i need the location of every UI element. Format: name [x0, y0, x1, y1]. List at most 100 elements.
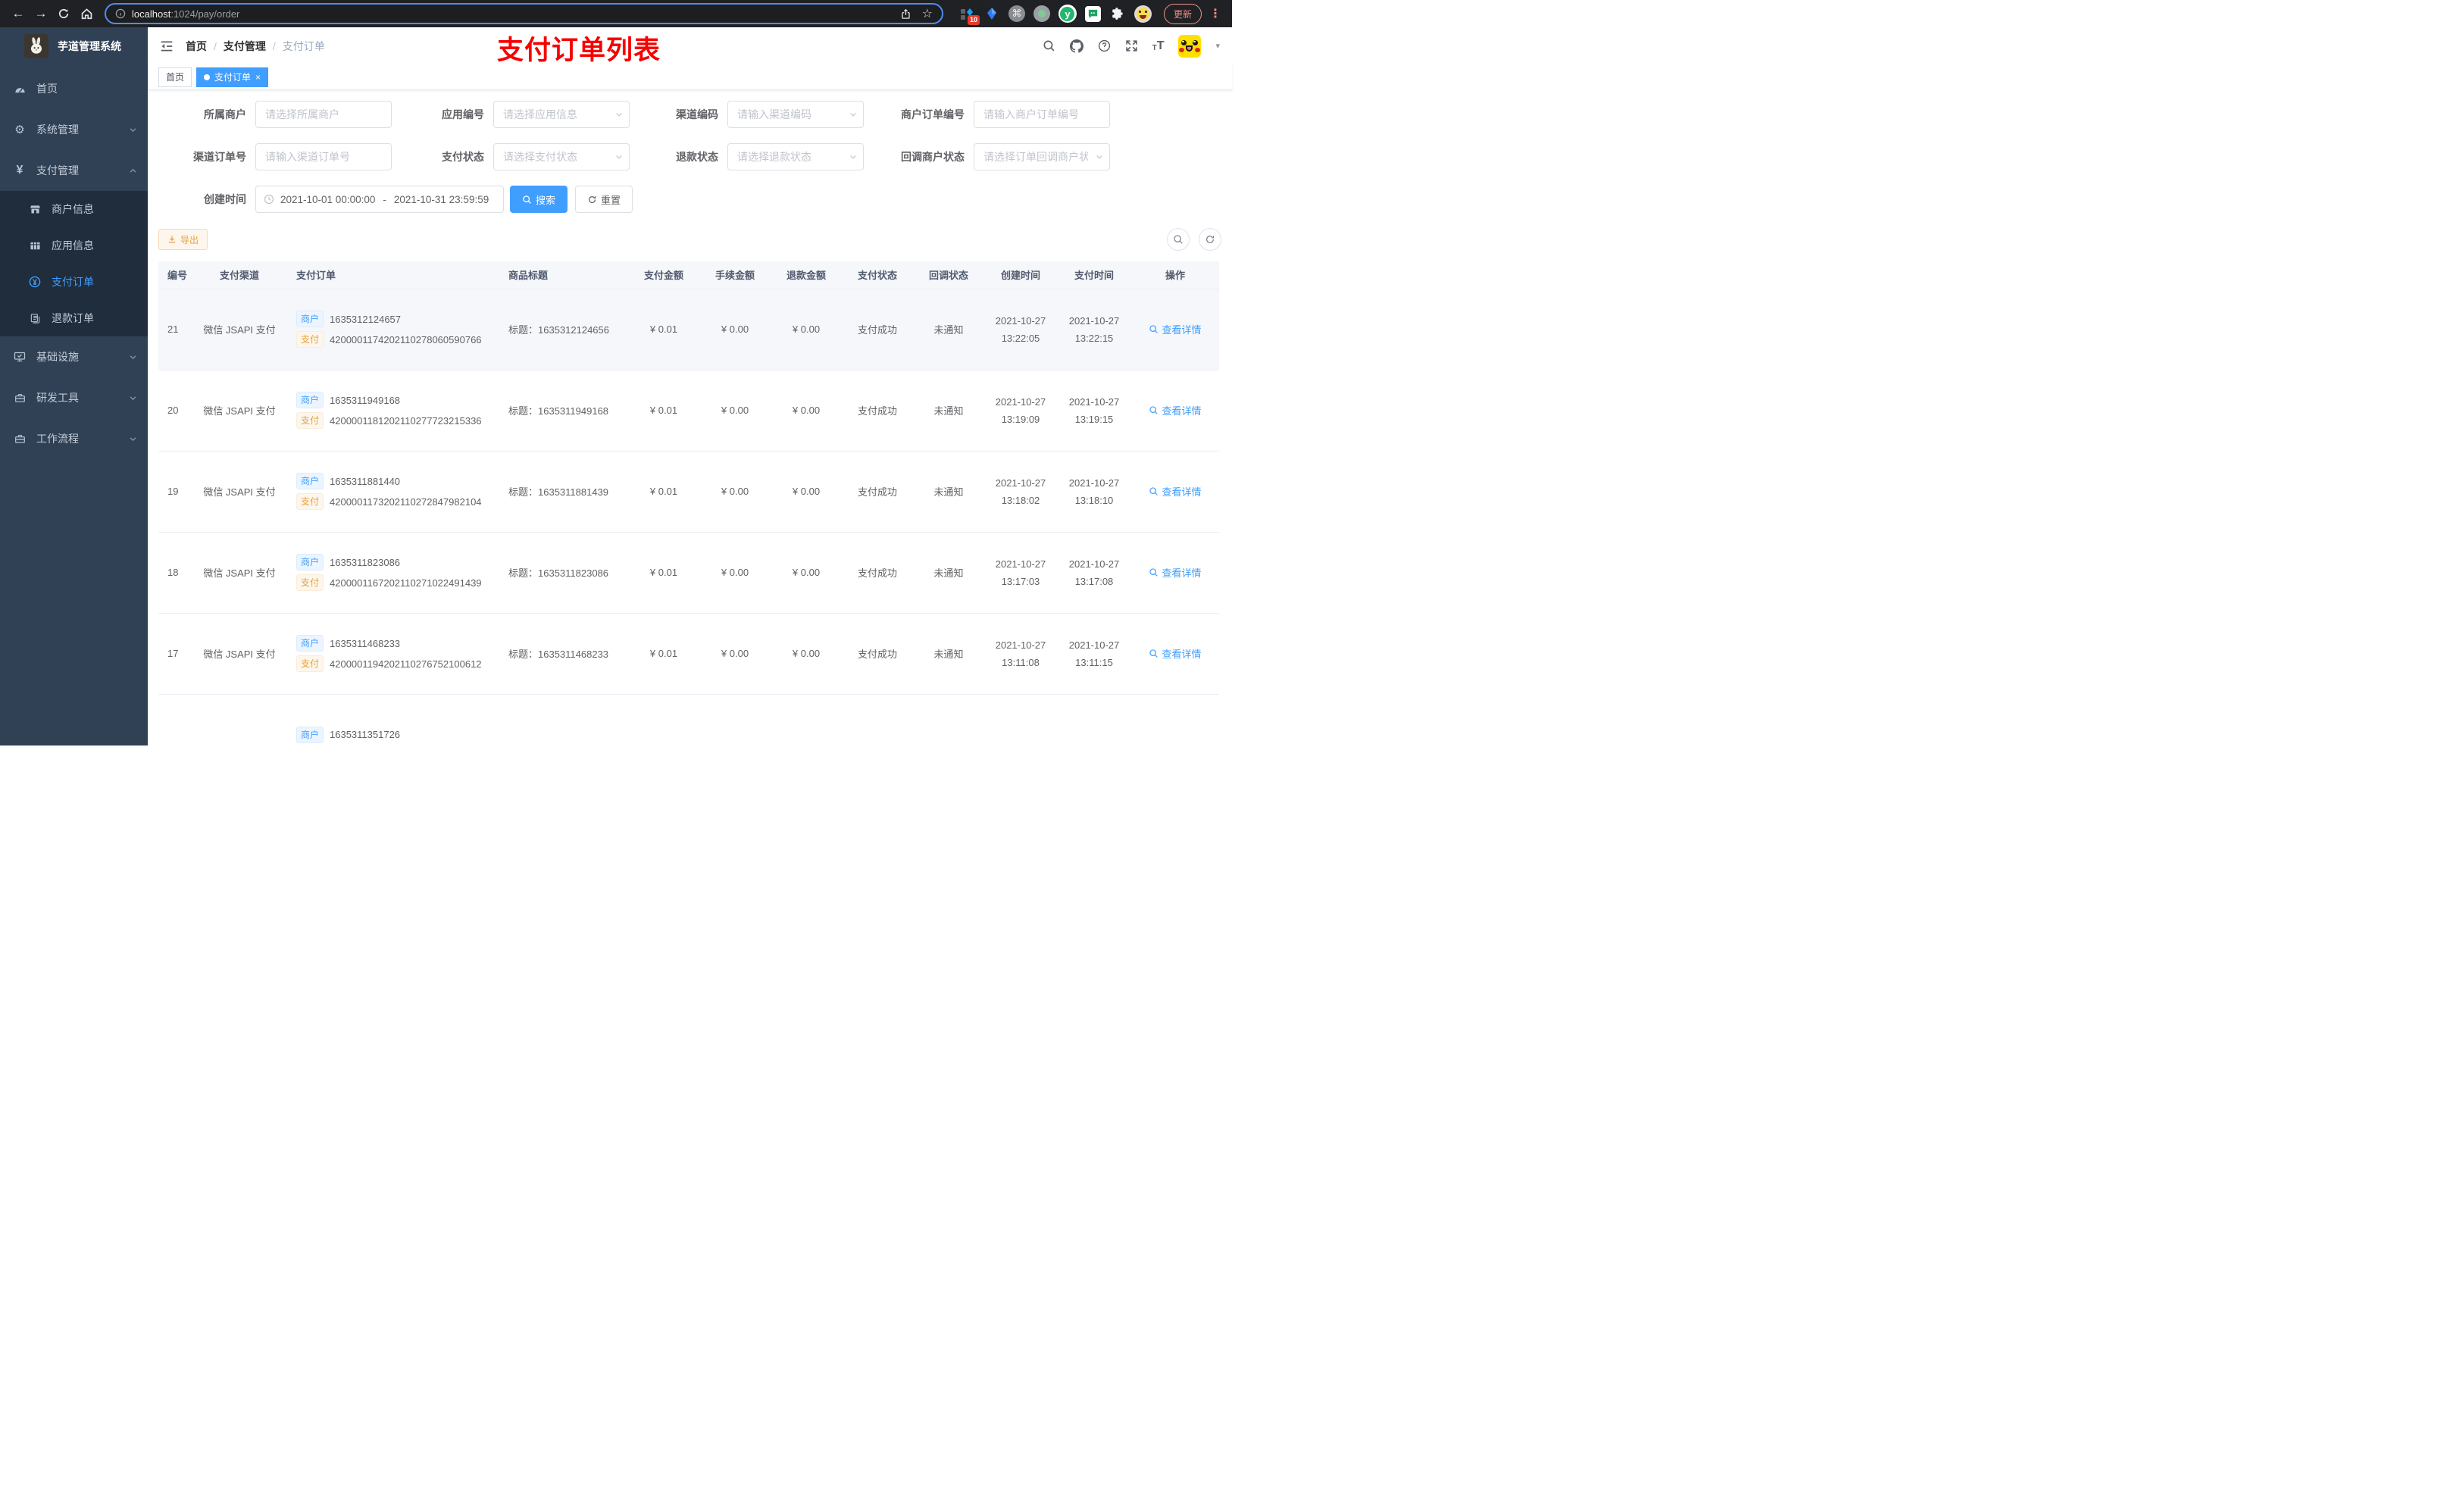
cell-notify-status: 未通知	[913, 370, 984, 452]
col-pay-channel: 支付渠道	[192, 261, 287, 289]
view-detail-link[interactable]: 查看详情	[1149, 646, 1202, 661]
date-range-input[interactable]: 2021-10-01 00:00:00 - 2021-10-31 23:59:5…	[255, 186, 504, 213]
sidebar-item-label: 首页	[36, 83, 58, 95]
sidebar-item-label: 支付订单	[52, 276, 94, 288]
cell-actions	[1131, 694, 1219, 746]
view-detail-link[interactable]: 查看详情	[1149, 403, 1202, 417]
user-avatar[interactable]	[1178, 34, 1202, 58]
sidebar-item-refund-order[interactable]: 退款订单	[0, 300, 148, 336]
cell-pay-channel: 微信 JSAPI 支付	[192, 370, 287, 452]
sidebar-item-payment[interactable]: ¥ 支付管理	[0, 150, 148, 191]
date-separator: -	[383, 193, 386, 205]
cell-product-title: 标题：1635312124656	[499, 289, 628, 370]
col-create-time: 创建时间	[984, 261, 1057, 289]
cell-id: 20	[158, 370, 192, 452]
cell-fee-amount	[699, 694, 771, 746]
browser-reload-icon[interactable]	[53, 3, 74, 24]
export-button-label: 导出	[180, 234, 199, 245]
collapse-sidebar-icon[interactable]	[160, 39, 174, 53]
search-icon[interactable]	[1043, 39, 1055, 52]
extension-command-icon[interactable]: ⌘	[1008, 5, 1025, 22]
share-icon[interactable]	[900, 8, 911, 20]
view-detail-link[interactable]: 查看详情	[1149, 565, 1202, 580]
avatar-caret-icon[interactable]: ▾	[1215, 41, 1220, 51]
github-icon[interactable]	[1069, 39, 1083, 53]
cell-pay-order: 商户 1635311823086 支付 42000011672021102710224…	[287, 532, 499, 614]
font-size-icon[interactable]: TT	[1152, 39, 1165, 52]
cell-pay-status: 支付成功	[842, 370, 913, 452]
view-detail-link[interactable]: 查看详情	[1149, 322, 1202, 336]
app-select[interactable]	[493, 101, 630, 128]
cell-product-title: 标题：1635311881439	[499, 451, 628, 533]
pay-status-select[interactable]	[493, 143, 630, 170]
sidebar-item-dev-tools[interactable]: 研发工具	[0, 377, 148, 418]
filter-label: 支付状态	[442, 151, 484, 163]
reset-button[interactable]: 重置	[575, 186, 633, 213]
refresh-button[interactable]	[1199, 228, 1221, 251]
sidebar-item-merchant-info[interactable]: 商户信息	[0, 191, 148, 227]
col-pay-status: 支付状态	[842, 261, 913, 289]
filter-label: 回调商户状态	[901, 151, 965, 163]
extension-recorder-icon[interactable]	[1033, 5, 1050, 22]
export-button[interactable]: 导出	[158, 229, 208, 250]
col-notify-status: 回调状态	[913, 261, 984, 289]
cell-refund-amount	[771, 694, 842, 746]
filter-label: 所属商户	[204, 108, 246, 120]
extension-y-icon[interactable]: y	[1058, 5, 1077, 23]
cell-create-time: 2021-10-27 13:11:08	[984, 613, 1057, 695]
sidebar-logo-row[interactable]: 芋道管理系统	[0, 27, 148, 65]
sidebar-item-pay-order[interactable]: 支付订单	[0, 264, 148, 300]
browser-menu-icon[interactable]: ⋮	[1206, 6, 1224, 21]
sidebar-item-app-info[interactable]: 应用信息	[0, 227, 148, 264]
url-bar[interactable]: localhost:1024/pay/order ☆	[105, 3, 943, 24]
yen-circle-icon	[29, 276, 41, 288]
extension-puzzle-icon[interactable]	[1109, 5, 1126, 22]
breadcrumb-payment[interactable]: 支付管理	[224, 39, 266, 54]
channel-order-no-input[interactable]	[255, 143, 392, 170]
channel-code-select[interactable]	[727, 101, 864, 128]
browser-back-icon[interactable]: ←	[8, 3, 29, 24]
merchant-order-no: 1635311881440	[330, 475, 401, 487]
toggle-search-button[interactable]	[1167, 228, 1190, 251]
extension-grid-icon[interactable]: 10	[958, 5, 980, 25]
top-navbar: 首页 / 支付管理 / 支付订单 TT ▾	[148, 27, 1232, 64]
sidebar-item-label: 退款订单	[52, 312, 94, 324]
browser-update-button[interactable]: 更新	[1163, 3, 1202, 24]
tab-home[interactable]: 首页	[158, 67, 192, 87]
browser-forward-icon[interactable]: →	[30, 3, 52, 24]
help-icon[interactable]	[1098, 39, 1111, 52]
extension-emoji-icon[interactable]	[1134, 5, 1152, 23]
cell-actions: 查看详情	[1131, 613, 1219, 695]
filter-app: 应用编号	[392, 101, 630, 128]
fullscreen-icon[interactable]	[1125, 39, 1138, 52]
breadcrumb-home[interactable]: 首页	[186, 39, 207, 54]
cell-create-time	[984, 694, 1057, 746]
extension-kite-icon[interactable]	[983, 5, 1000, 22]
sidebar-item-workflow[interactable]: 工作流程	[0, 418, 148, 459]
bookmark-star-icon[interactable]: ☆	[922, 6, 933, 21]
tab-pay-order[interactable]: 支付订单 ×	[196, 67, 269, 87]
sidebar-item-system[interactable]: ⚙ 系统管理	[0, 109, 148, 150]
col-pay-order: 支付订单	[287, 261, 499, 289]
filter-merchant: 所属商户	[158, 101, 392, 128]
cell-actions: 查看详情	[1131, 370, 1219, 452]
filter-label: 渠道订单号	[193, 151, 246, 163]
tags-view-bar: 首页 支付订单 ×	[148, 64, 1232, 90]
extension-chat-icon[interactable]	[1084, 5, 1101, 22]
merchant-input[interactable]	[255, 101, 392, 128]
refund-status-select[interactable]	[727, 143, 864, 170]
notify-status-select[interactable]	[974, 143, 1110, 170]
view-detail-link[interactable]: 查看详情	[1149, 484, 1202, 499]
cell-id: 19	[158, 451, 192, 533]
browser-home-icon[interactable]	[76, 3, 97, 24]
filter-refund-status: 退款状态	[630, 143, 864, 170]
cell-actions: 查看详情	[1131, 451, 1219, 533]
sidebar-item-home[interactable]: 首页	[0, 68, 148, 109]
site-info-icon[interactable]	[115, 8, 126, 19]
merchant-order-no-input[interactable]	[974, 101, 1110, 128]
cell-pay-amount: ¥ 0.01	[628, 613, 699, 695]
cell-pay-order: 商户 1635311351726	[287, 694, 499, 746]
sidebar-item-infra[interactable]: 基础设施	[0, 336, 148, 377]
search-button[interactable]: 搜索	[510, 186, 568, 213]
close-icon[interactable]: ×	[255, 73, 261, 82]
